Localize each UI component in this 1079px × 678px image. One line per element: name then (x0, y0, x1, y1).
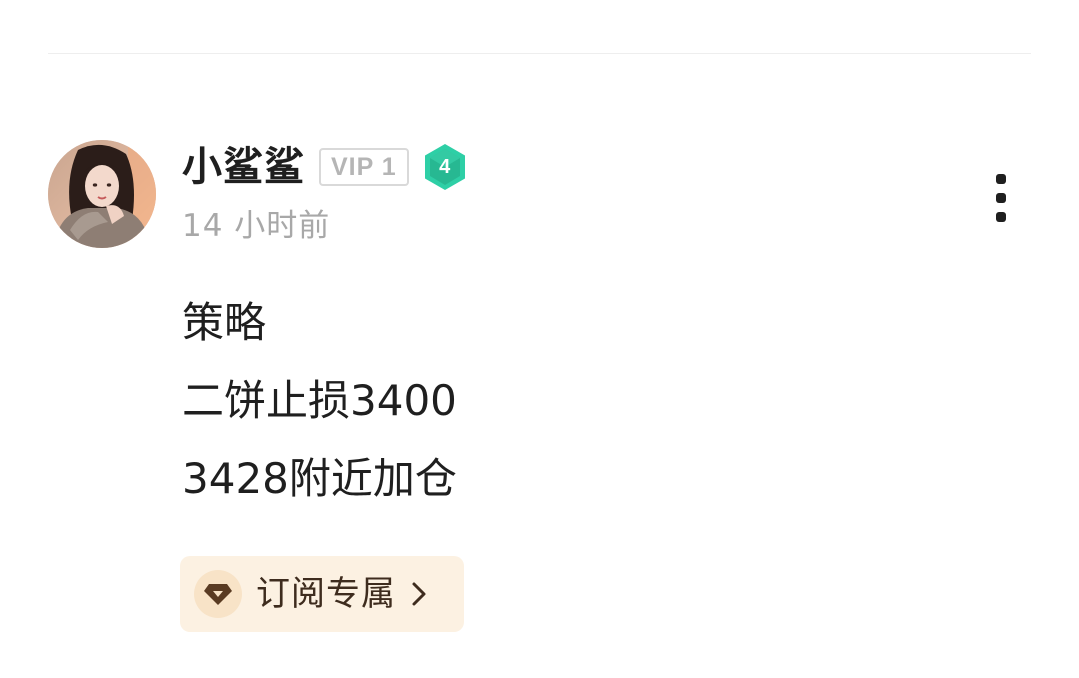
diamond-icon (194, 570, 242, 618)
vip-badge: VIP 1 (319, 148, 409, 186)
avatar-image (48, 140, 156, 248)
post-header: 小鲨鲨 VIP 1 4 (182, 142, 467, 192)
avatar[interactable] (48, 140, 156, 248)
more-options-button[interactable] (986, 170, 1016, 226)
subscribe-exclusive-tag[interactable]: 订阅专属 (180, 556, 464, 632)
more-dot (996, 212, 1006, 222)
post-content: 策略 二饼止损3400 3428附近加仓 (182, 284, 457, 518)
level-number: 4 (439, 155, 451, 178)
more-dot (996, 193, 1006, 203)
post-line: 3428附近加仓 (182, 454, 457, 503)
post-line: 策略 (182, 298, 267, 347)
top-divider (48, 53, 1031, 54)
subscribe-label: 订阅专属 (256, 574, 396, 614)
chevron-right-icon (410, 580, 428, 608)
post-card: 小鲨鲨 VIP 1 4 14 小时前 策略 二饼止损3400 3428附近加仓 … (0, 0, 1079, 678)
author-name[interactable]: 小鲨鲨 (182, 142, 305, 192)
more-vertical-icon (996, 174, 1006, 184)
level-badge: 4 (423, 143, 467, 191)
post-timestamp: 14 小时前 (182, 208, 331, 244)
post-line: 二饼止损3400 (182, 376, 457, 425)
